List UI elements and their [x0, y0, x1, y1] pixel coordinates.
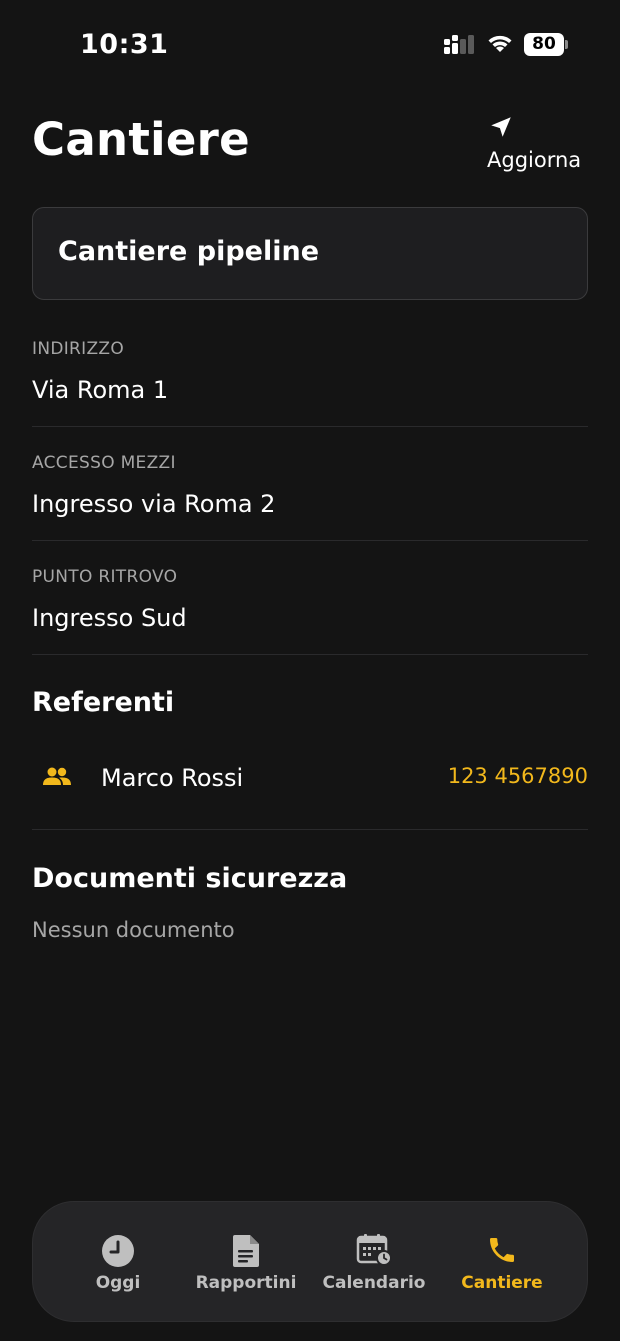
address-row: INDIRIZZO Via Roma 1 — [32, 313, 588, 427]
contact-phone-link[interactable]: 123 4567890 — [448, 764, 588, 788]
clock-icon — [102, 1235, 134, 1267]
vehicle-access-row: ACCESSO MEZZI Ingresso via Roma 2 — [32, 427, 588, 541]
document-icon — [233, 1235, 259, 1267]
battery-indicator: 80 — [524, 33, 568, 56]
wifi-icon — [488, 35, 512, 52]
page-title: Cantiere — [32, 113, 250, 166]
site-screen: 10:31 80 Cantiere Aggiorna Cantiere pipe… — [0, 0, 620, 1341]
vehicle-access-value: Ingresso via Roma 2 — [32, 490, 276, 518]
meeting-point-row: PUNTO RITROVO Ingresso Sud — [32, 541, 588, 655]
site-name: Cantiere pipeline — [58, 236, 320, 267]
contact-name: Marco Rossi — [101, 764, 244, 792]
meeting-point-label: PUNTO RITROVO — [32, 567, 178, 587]
nav-label-calendario: Calendario — [322, 1273, 426, 1293]
nav-label-rapportini: Rapportini — [195, 1273, 297, 1293]
status-time: 10:31 — [80, 29, 169, 60]
people-icon — [43, 767, 71, 785]
cellular-signal-icon — [444, 35, 474, 54]
site-name-card: Cantiere pipeline — [32, 207, 588, 300]
nav-label-oggi: Oggi — [95, 1273, 141, 1293]
documents-section-title: Documenti sicurezza — [32, 863, 348, 894]
contact-row[interactable]: Marco Rossi 123 4567890 — [32, 740, 588, 830]
status-bar: 10:31 80 — [0, 0, 620, 90]
battery-tip — [565, 40, 568, 49]
nav-item-cantiere[interactable]: Cantiere — [437, 1202, 567, 1323]
nav-item-rapportini[interactable]: Rapportini — [181, 1202, 311, 1323]
phone-icon — [490, 1238, 514, 1262]
refresh-button[interactable]: Aggiorna — [480, 112, 596, 176]
battery-level: 80 — [524, 33, 564, 56]
bottom-nav: Oggi Rapportini Calendario Cantiere — [32, 1201, 588, 1322]
address-value: Via Roma 1 — [32, 376, 169, 404]
nav-item-oggi[interactable]: Oggi — [53, 1202, 183, 1323]
nav-label-cantiere: Cantiere — [461, 1273, 543, 1293]
contacts-section-title: Referenti — [32, 687, 175, 718]
meeting-point-value: Ingresso Sud — [32, 604, 187, 632]
calendar-icon — [356, 1234, 392, 1266]
location-arrow-icon — [491, 117, 511, 137]
documents-empty-text: Nessun documento — [32, 918, 235, 942]
refresh-label: Aggiorna — [487, 148, 582, 172]
address-label: INDIRIZZO — [32, 339, 125, 359]
vehicle-access-label: ACCESSO MEZZI — [32, 453, 176, 473]
nav-item-calendario[interactable]: Calendario — [309, 1202, 439, 1323]
